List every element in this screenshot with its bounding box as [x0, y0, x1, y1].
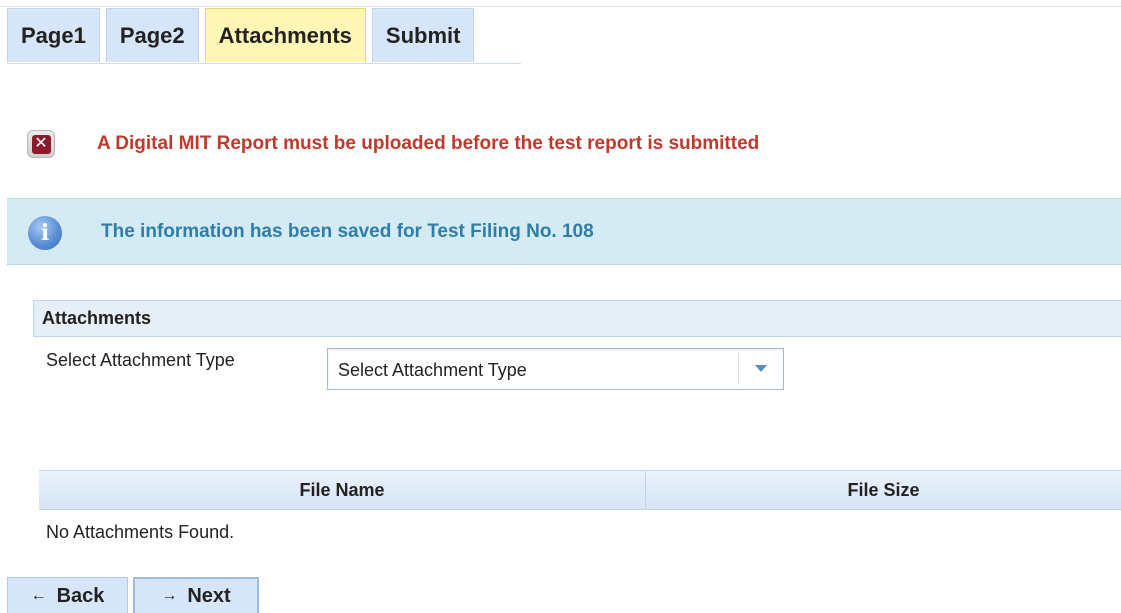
error-text: A Digital MIT Report must be uploaded be…	[97, 133, 760, 154]
tab-page1[interactable]: Page1	[7, 8, 100, 62]
attachments-panel-title: Attachments	[33, 300, 1121, 337]
dropdown-divider	[738, 353, 739, 385]
next-button-label: Next	[187, 584, 231, 607]
error-message: ✕ A Digital MIT Report must be uploaded …	[27, 130, 759, 158]
tab-bar-divider	[7, 63, 521, 64]
chevron-down-icon[interactable]	[755, 365, 767, 372]
info-banner: i The information has been saved for Tes…	[7, 198, 1121, 265]
arrow-right-icon: →	[161, 587, 178, 604]
back-button-label: Back	[56, 584, 105, 607]
top-border-line	[0, 6, 1121, 7]
tab-submit[interactable]: Submit	[371, 8, 475, 62]
column-header-file-name[interactable]: File Name	[39, 471, 646, 509]
arrow-left-icon: ←	[30, 587, 47, 604]
tab-attachments[interactable]: Attachments	[204, 8, 366, 62]
back-button[interactable]: ← Back	[7, 577, 128, 613]
attachments-table-header: File Name File Size	[39, 470, 1121, 510]
info-text: The information has been saved for Test …	[101, 221, 594, 242]
column-header-file-size[interactable]: File Size	[646, 471, 1121, 509]
tab-bar: Page1 Page2 Attachments Submit	[7, 8, 480, 64]
error-x-icon: ✕	[27, 130, 55, 158]
next-button[interactable]: → Next	[133, 577, 259, 613]
attachment-type-dropdown[interactable]: Select Attachment Type	[327, 348, 784, 390]
tab-page2[interactable]: Page2	[105, 8, 199, 62]
info-icon: i	[28, 216, 62, 250]
attachment-type-label: Select Attachment Type	[46, 350, 235, 370]
empty-table-message: No Attachments Found.	[46, 522, 235, 542]
attachment-type-value: Select Attachment Type	[338, 360, 527, 380]
